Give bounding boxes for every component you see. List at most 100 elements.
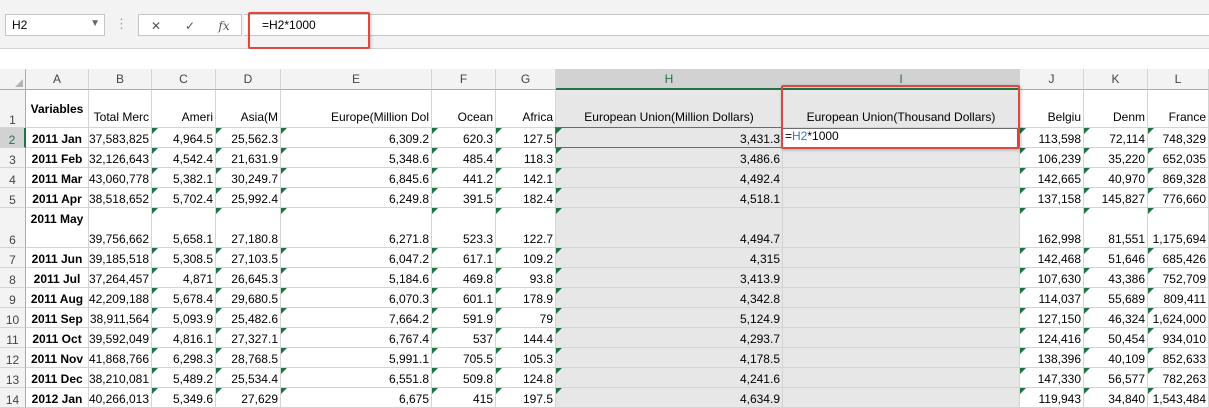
name-box[interactable]: H2 ▼ [5,14,105,36]
cell-a7[interactable]: 2011 Jun [26,248,89,268]
cell-h13[interactable]: 4,241.6 [556,368,783,388]
cell-a5[interactable]: 2011 Apr [26,188,89,208]
cell-k6[interactable]: 81,551 [1084,208,1148,248]
cell-k10[interactable]: 46,324 [1084,308,1148,328]
cell-a3[interactable]: 2011 Feb [26,148,89,168]
cell-i13[interactable] [783,368,1020,388]
cell-c6[interactable]: 5,658.1 [152,208,216,248]
chevron-down-icon[interactable]: ▼ [90,18,100,29]
cell-i14[interactable] [783,388,1020,408]
cell-d12[interactable]: 28,768.5 [216,348,281,368]
cell-a14[interactable]: 2012 Jan [26,388,89,408]
cell-h10[interactable]: 5,124.9 [556,308,783,328]
cell-i12[interactable] [783,348,1020,368]
cell-i8[interactable] [783,268,1020,288]
cell-e2[interactable]: 6,309.2 [281,128,432,148]
cell-c12[interactable]: 6,298.3 [152,348,216,368]
cell-l1[interactable]: France [1148,90,1209,128]
cell-a8[interactable]: 2011 Jul [26,268,89,288]
formula-input[interactable]: =H2*1000 [244,14,1209,36]
column-header-a[interactable]: A [26,69,89,90]
cell-h6[interactable]: 4,494.7 [556,208,783,248]
cell-j3[interactable]: 106,239 [1020,148,1084,168]
cell-e4[interactable]: 6,845.6 [281,168,432,188]
cell-b6[interactable]: 39,756,662 [89,208,152,248]
cell-g5[interactable]: 182.4 [496,188,556,208]
cell-a1[interactable]: Variables [26,90,89,128]
row-header-5[interactable]: 5 [0,188,26,208]
cell-a2[interactable]: 2011 Jan [26,128,89,148]
cell-l5[interactable]: 776,660 [1148,188,1209,208]
cell-a11[interactable]: 2011 Oct [26,328,89,348]
cell-g3[interactable]: 118.3 [496,148,556,168]
row-header-10[interactable]: 10 [0,308,26,328]
cell-g13[interactable]: 124.8 [496,368,556,388]
row-header-9[interactable]: 9 [0,288,26,308]
cell-f5[interactable]: 391.5 [432,188,496,208]
cell-h14[interactable]: 4,634.9 [556,388,783,408]
cell-g1[interactable]: Africa [496,90,556,128]
cell-d11[interactable]: 27,327.1 [216,328,281,348]
column-header-c[interactable]: C [152,69,216,90]
cell-g7[interactable]: 109.2 [496,248,556,268]
cell-l9[interactable]: 809,411 [1148,288,1209,308]
cell-k9[interactable]: 55,689 [1084,288,1148,308]
cell-e12[interactable]: 5,991.1 [281,348,432,368]
column-header-g[interactable]: G [496,69,556,90]
cell-d3[interactable]: 21,631.9 [216,148,281,168]
row-header-2[interactable]: 2 [0,128,26,148]
cell-k14[interactable]: 34,840 [1084,388,1148,408]
cell-f10[interactable]: 591.9 [432,308,496,328]
cell-l2[interactable]: 748,329 [1148,128,1209,148]
cell-c4[interactable]: 5,382.1 [152,168,216,188]
cell-g4[interactable]: 142.1 [496,168,556,188]
cell-k13[interactable]: 56,577 [1084,368,1148,388]
cell-e14[interactable]: 6,675 [281,388,432,408]
cell-c13[interactable]: 5,489.2 [152,368,216,388]
column-header-l[interactable]: L [1148,69,1209,90]
cell-l3[interactable]: 652,035 [1148,148,1209,168]
cell-f12[interactable]: 705.5 [432,348,496,368]
cell-j13[interactable]: 147,330 [1020,368,1084,388]
cell-d5[interactable]: 25,992.4 [216,188,281,208]
cell-h5[interactable]: 4,518.1 [556,188,783,208]
cell-g10[interactable]: 79 [496,308,556,328]
cell-f11[interactable]: 537 [432,328,496,348]
row-header-11[interactable]: 11 [0,328,26,348]
cell-b13[interactable]: 38,210,081 [89,368,152,388]
cell-i6[interactable] [783,208,1020,248]
cell-e5[interactable]: 6,249.8 [281,188,432,208]
cell-h1[interactable]: European Union(Million Dollars) [556,90,783,128]
cell-i4[interactable] [783,168,1020,188]
cell-b7[interactable]: 39,185,518 [89,248,152,268]
cell-b2[interactable]: 37,583,825 [89,128,152,148]
column-header-b[interactable]: B [89,69,152,90]
cell-d9[interactable]: 29,680.5 [216,288,281,308]
cell-k2[interactable]: 72,114 [1084,128,1148,148]
cell-c2[interactable]: 4,964.5 [152,128,216,148]
column-header-h[interactable]: H [556,69,783,90]
cell-b11[interactable]: 39,592,049 [89,328,152,348]
cell-l8[interactable]: 752,709 [1148,268,1209,288]
cell-f4[interactable]: 441.2 [432,168,496,188]
cell-f6[interactable]: 523.3 [432,208,496,248]
cell-k3[interactable]: 35,220 [1084,148,1148,168]
cell-h12[interactable]: 4,178.5 [556,348,783,368]
column-header-d[interactable]: D [216,69,281,90]
cell-b3[interactable]: 32,126,643 [89,148,152,168]
cell-h3[interactable]: 3,486.6 [556,148,783,168]
cell-h8[interactable]: 3,413.9 [556,268,783,288]
cell-b4[interactable]: 43,060,778 [89,168,152,188]
insert-function-icon[interactable]: fx [211,17,237,35]
cell-g9[interactable]: 178.9 [496,288,556,308]
cell-e13[interactable]: 6,551.8 [281,368,432,388]
cell-j9[interactable]: 114,037 [1020,288,1084,308]
cell-l14[interactable]: 1,543,484 [1148,388,1209,408]
cell-e7[interactable]: 6,047.2 [281,248,432,268]
cell-c3[interactable]: 4,542.4 [152,148,216,168]
cell-j1[interactable]: Belgiu [1020,90,1084,128]
cell-a12[interactable]: 2011 Nov [26,348,89,368]
cell-i7[interactable] [783,248,1020,268]
cell-k4[interactable]: 40,970 [1084,168,1148,188]
cell-i5[interactable] [783,188,1020,208]
